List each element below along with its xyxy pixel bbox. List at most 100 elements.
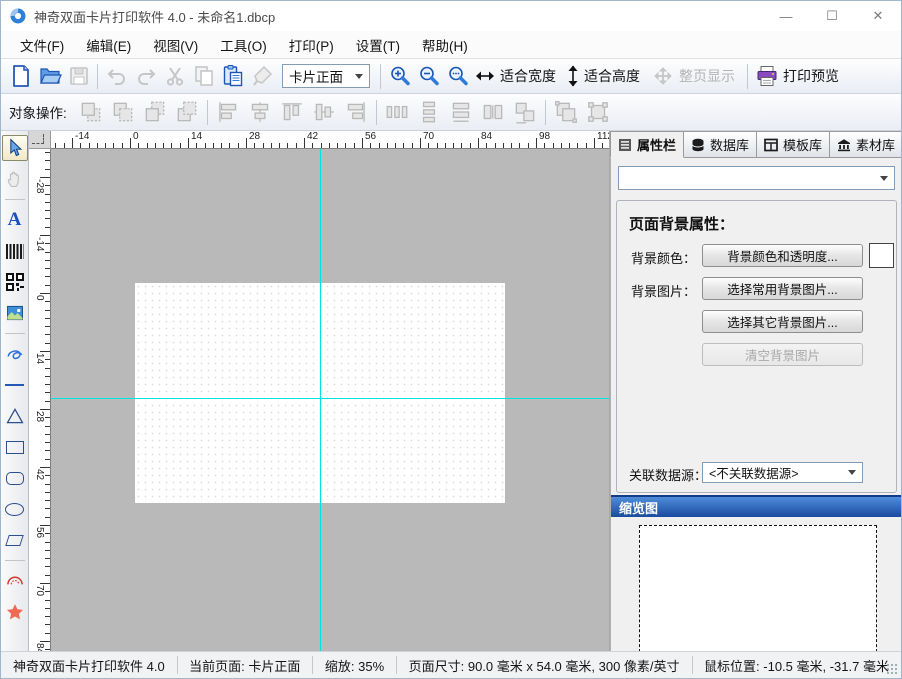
bg-color-swatch[interactable] <box>869 243 894 268</box>
copy-icon <box>189 62 218 91</box>
ellipse-tool[interactable] <box>2 496 28 522</box>
bg-color-button[interactable]: 背景颜色和透明度... <box>702 244 863 267</box>
common-bg-button[interactable]: 选择常用背景图片... <box>702 277 863 300</box>
window-title: 神奇双面卡片打印软件 4.0 - 未命名1.dbcp <box>34 7 275 26</box>
template-icon <box>764 138 778 152</box>
menu-view[interactable]: 视图(V) <box>142 30 209 60</box>
status-page-size: 页面尺寸: 90.0 毫米 x 54.0 毫米, 300 像素/英寸 <box>397 656 692 675</box>
ungroup-icon <box>585 99 611 125</box>
datasource-select[interactable]: <不关联数据源> <box>702 462 863 483</box>
menu-settings[interactable]: 设置(T) <box>345 30 411 60</box>
same-size-icon <box>512 99 538 125</box>
tab-materials[interactable]: 素材库 <box>830 131 902 158</box>
line-tool[interactable] <box>2 372 28 398</box>
new-file-icon[interactable] <box>6 62 35 91</box>
menu-help[interactable]: 帮助(H) <box>411 30 479 60</box>
tab-properties[interactable]: 属性栏 <box>610 131 684 158</box>
text-tool[interactable]: A <box>2 207 28 233</box>
bg-color-label: 背景颜色： <box>631 248 696 267</box>
object-toolbar: 对象操作: <box>1 94 901 131</box>
other-bg-button[interactable]: 选择其它背景图片... <box>702 310 863 333</box>
chevron-down-icon <box>880 176 888 181</box>
full-page-icon <box>648 62 677 91</box>
rounded-rect-tool[interactable] <box>2 465 28 491</box>
pan-tool <box>2 166 28 192</box>
menu-bar: 文件(F) 编辑(E) 视图(V) 工具(O) 打印(P) 设置(T) 帮助(H… <box>1 31 901 59</box>
app-logo-icon <box>10 8 26 24</box>
page-side-select[interactable]: 卡片正面 <box>282 64 370 88</box>
menu-file[interactable]: 文件(F) <box>9 30 75 60</box>
object-select[interactable] <box>618 166 895 190</box>
paste-icon[interactable] <box>218 62 247 91</box>
star-tool[interactable] <box>2 599 28 625</box>
minimize-button[interactable]: — <box>763 1 809 31</box>
order-back-icon <box>110 99 136 125</box>
distribute-h-icon <box>384 99 410 125</box>
zoom-in-icon[interactable] <box>385 62 414 91</box>
center-guide-horizontal <box>51 398 609 399</box>
fit-width-icon[interactable] <box>472 62 498 91</box>
title-bar: 神奇双面卡片打印软件 4.0 - 未命名1.dbcp — ☐ ✕ <box>1 1 901 31</box>
full-page-label: 整页显示 <box>679 66 735 86</box>
cut-icon <box>160 62 189 91</box>
center-guide-vertical <box>320 149 321 653</box>
bg-image-label: 背景图片： <box>631 281 696 300</box>
zoom-out-icon[interactable] <box>414 62 443 91</box>
panel-tabs: 属性栏 数据库 模板库 素材库 <box>610 131 902 158</box>
fit-height-label[interactable]: 适合高度 <box>584 66 640 86</box>
align-top-icon <box>279 99 305 125</box>
object-toolbar-label: 对象操作: <box>9 102 67 122</box>
background-groupbox: 页面背景属性： 背景颜色： 背景颜色和透明度... 背景图片： 选择常用背景图片… <box>616 200 897 493</box>
stamp-tool[interactable] <box>2 568 28 594</box>
menu-print[interactable]: 打印(P) <box>278 30 345 60</box>
thumbnail-area <box>611 517 902 652</box>
datasource-value: <不关联数据源> <box>709 463 799 482</box>
h-ruler: -14014284256708498112 <box>51 131 609 149</box>
app-window: 神奇双面卡片打印软件 4.0 - 未命名1.dbcp — ☐ ✕ 文件(F) 编… <box>0 0 902 679</box>
design-canvas[interactable] <box>51 149 609 653</box>
status-zoom: 缩放: 35% <box>313 656 396 675</box>
tab-templates[interactable]: 模板库 <box>757 131 830 158</box>
status-current-page: 当前页面: 卡片正面 <box>177 656 312 675</box>
thumbnail-page-preview <box>639 525 877 667</box>
database-icon <box>691 138 705 152</box>
same-width-icon <box>448 99 474 125</box>
tab-database[interactable]: 数据库 <box>684 131 757 158</box>
close-button[interactable]: ✕ <box>855 1 901 31</box>
triangle-tool[interactable] <box>2 403 28 429</box>
menu-edit[interactable]: 编辑(E) <box>75 30 142 60</box>
zoom-actual-icon[interactable] <box>443 62 472 91</box>
barcode-tool[interactable] <box>2 238 28 264</box>
work-area: A -14014284256708498112 -28-140142842567… <box>1 131 902 653</box>
group-icon <box>553 99 579 125</box>
curve-tool[interactable] <box>2 341 28 367</box>
status-mouse-position: 鼠标位置: -10.5 毫米, -31.7 毫米 <box>692 656 901 675</box>
resize-grip[interactable] <box>886 663 899 676</box>
save-icon <box>64 62 93 91</box>
parallelogram-tool[interactable] <box>2 527 28 553</box>
select-tool[interactable] <box>2 135 28 161</box>
order-backward-icon <box>174 99 200 125</box>
print-preview-label[interactable]: 打印预览 <box>783 66 839 86</box>
print-preview-icon[interactable] <box>752 62 781 91</box>
align-middle-icon <box>311 99 337 125</box>
qrcode-tool[interactable] <box>2 269 28 295</box>
drawing-toolbar: A <box>1 131 29 653</box>
same-height-icon <box>480 99 506 125</box>
bank-icon <box>837 138 851 152</box>
chevron-down-icon <box>355 74 363 79</box>
properties-icon <box>618 138 632 152</box>
thumbnail-header: 缩览图 <box>611 495 902 517</box>
image-tool[interactable] <box>2 300 28 326</box>
fit-height-icon[interactable] <box>564 62 582 91</box>
menu-tools[interactable]: 工具(O) <box>209 30 278 60</box>
distribute-v-icon <box>416 99 442 125</box>
rectangle-tool[interactable] <box>2 434 28 460</box>
properties-panel: 页面背景属性： 背景颜色： 背景颜色和透明度... 背景图片： 选择常用背景图片… <box>610 158 902 653</box>
datasource-label: 关联数据源： <box>629 465 707 484</box>
format-brush-icon <box>247 62 276 91</box>
align-right-icon <box>343 99 369 125</box>
open-file-icon[interactable] <box>35 62 64 91</box>
maximize-button[interactable]: ☐ <box>809 1 855 31</box>
fit-width-label[interactable]: 适合宽度 <box>500 66 556 86</box>
